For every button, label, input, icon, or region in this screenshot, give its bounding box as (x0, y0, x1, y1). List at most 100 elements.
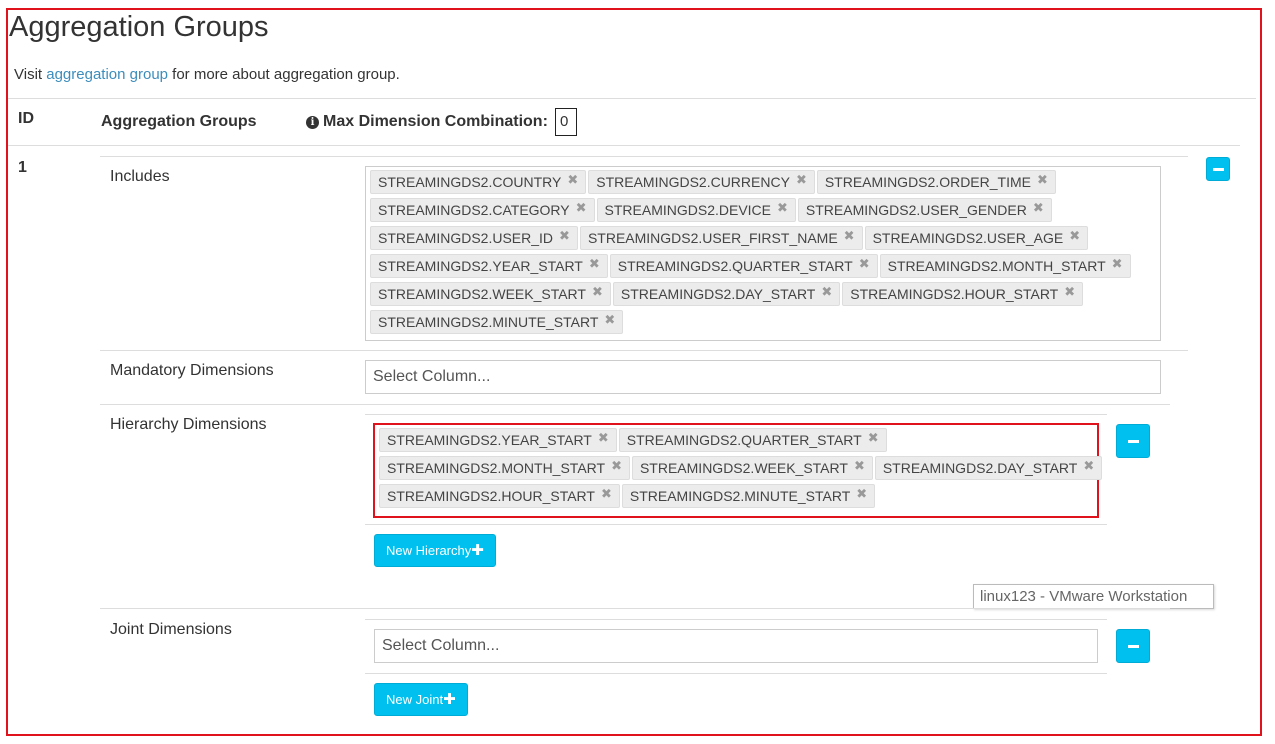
times-icon[interactable]: ✖ (1069, 227, 1080, 245)
tag-label: STREAMINGDS2.YEAR_START (387, 432, 592, 448)
divider (100, 350, 1188, 351)
group-id: 1 (18, 159, 27, 176)
max-combination-input[interactable]: 0 (555, 108, 577, 136)
visit-text: Visit aggregation group for more about a… (14, 66, 400, 83)
aggregation-group-link[interactable]: aggregation group (46, 66, 168, 83)
tag-label: STREAMINGDS2.MONTH_START (887, 258, 1106, 274)
column-header-id: ID (18, 110, 34, 127)
tag-row: STREAMINGDS2.YEAR_START ✖ STREAMINGDS2.QUA… (370, 254, 1156, 282)
minus-icon (1213, 168, 1224, 171)
mandatory-dimensions-input[interactable]: Select Column... (365, 360, 1161, 394)
minus-icon (1128, 440, 1139, 443)
selected-tag: STREAMINGDS2.YEAR_START ✖ (379, 428, 617, 452)
remove-group-button[interactable] (1206, 157, 1230, 181)
times-icon[interactable]: ✖ (1083, 457, 1094, 475)
tag-label: STREAMINGDS2.YEAR_START (378, 258, 583, 274)
tag-label: STREAMINGDS2.MONTH_START (387, 460, 606, 476)
times-icon[interactable]: ✖ (856, 485, 867, 503)
tag-label: STREAMINGDS2.CURRENCY (596, 174, 790, 190)
selected-tag: STREAMINGDS2.USER_ID ✖ (370, 226, 578, 250)
tag-label: STREAMINGDS2.HOUR_START (387, 488, 595, 504)
tag-row: STREAMINGDS2.USER_ID ✖ STREAMINGDS2.USER_F… (370, 226, 1156, 254)
tag-label: STREAMINGDS2.DEVICE (604, 202, 772, 218)
tag-label: STREAMINGDS2.USER_GENDER (805, 202, 1027, 218)
selected-tag: STREAMINGDS2.USER_GENDER ✖ (797, 198, 1052, 222)
selected-tag: STREAMINGDS2.HOUR_START ✖ (842, 282, 1084, 306)
times-icon[interactable]: ✖ (796, 171, 807, 189)
times-icon[interactable]: ✖ (854, 457, 865, 475)
times-icon[interactable]: ✖ (598, 429, 609, 447)
selected-tag: STREAMINGDS2.CURRENCY ✖ (588, 170, 815, 194)
times-icon[interactable]: ✖ (868, 429, 879, 447)
tag-row: STREAMINGDS2.COUNTRY ✖ STREAMINGDS2.CURREN… (370, 170, 1156, 198)
selected-tag: STREAMINGDS2.DAY_START ✖ (612, 282, 841, 306)
tag-label: STREAMINGDS2.USER_ID (378, 230, 554, 246)
times-icon[interactable]: ✖ (589, 255, 600, 273)
times-icon[interactable]: ✖ (1112, 255, 1123, 273)
times-icon[interactable]: ✖ (576, 199, 587, 217)
times-icon[interactable]: ✖ (1033, 199, 1044, 217)
selected-tag: STREAMINGDS2.DAY_START ✖ (874, 456, 1103, 480)
times-icon[interactable]: ✖ (859, 255, 870, 273)
new-hierarchy-button[interactable]: New Hierarchy✚ (374, 534, 496, 567)
tag-label: STREAMINGDS2.USER_FIRST_NAME (587, 230, 838, 246)
divider (365, 673, 1107, 674)
times-icon[interactable]: ✖ (592, 283, 603, 301)
includes-label: Includes (110, 168, 170, 185)
tag-label: STREAMINGDS2.QUARTER_START (626, 432, 862, 448)
selected-tag: STREAMINGDS2.WEEK_START ✖ (370, 282, 611, 306)
tag-row: STREAMINGDS2.YEAR_START ✖ STREAMINGDS2.QUA… (379, 428, 1093, 456)
selected-tag: STREAMINGDS2.HOUR_START ✖ (379, 484, 620, 508)
tag-label: STREAMINGDS2.CATEGORY (378, 202, 570, 218)
selected-tag: STREAMINGDS2.MONTH_START ✖ (379, 456, 630, 480)
tag-row: STREAMINGDS2.WEEK_START ✖ STREAMINGDS2.DAY… (370, 282, 1156, 310)
new-joint-button[interactable]: New Joint✚ (374, 683, 468, 716)
times-icon[interactable]: ✖ (1064, 283, 1075, 301)
selected-tag: STREAMINGDS2.QUARTER_START ✖ (609, 254, 878, 278)
divider (100, 156, 1188, 157)
selected-tag: STREAMINGDS2.WEEK_START ✖ (631, 456, 873, 480)
times-icon[interactable]: ✖ (567, 171, 578, 189)
tag-label: STREAMINGDS2.MINUTE_START (629, 488, 851, 504)
max-combination-header: i Max Dimension Combination: (306, 113, 548, 131)
tag-row: STREAMINGDS2.CATEGORY ✖ STREAMINGDS2.DEVIC… (370, 198, 1156, 226)
times-icon[interactable]: ✖ (559, 227, 570, 245)
divider (8, 145, 1240, 146)
tag-label: STREAMINGDS2.HOUR_START (850, 286, 1059, 302)
joint-dimensions-input[interactable]: Select Column... (374, 629, 1098, 663)
selected-tag: STREAMINGDS2.YEAR_START ✖ (370, 254, 608, 278)
divider (100, 608, 1170, 609)
max-combination-label: Max Dimension Combination: (323, 113, 548, 130)
window-tooltip: linux123 - VMware Workstation (973, 584, 1214, 609)
divider (8, 98, 1256, 99)
times-icon[interactable]: ✖ (821, 283, 832, 301)
times-icon[interactable]: ✖ (604, 311, 615, 329)
info-circle-icon[interactable]: i (306, 116, 319, 129)
selected-tag: STREAMINGDS2.MINUTE_START ✖ (621, 484, 876, 508)
remove-joint-button[interactable] (1116, 629, 1150, 663)
times-icon[interactable]: ✖ (611, 457, 622, 475)
tag-label: STREAMINGDS2.WEEK_START (378, 286, 586, 302)
tag-label: STREAMINGDS2.ORDER_TIME (824, 174, 1031, 190)
remove-hierarchy-button[interactable] (1116, 424, 1150, 458)
plus-icon: ✚ (443, 691, 456, 708)
new-hierarchy-label: New Hierarchy (386, 543, 472, 558)
divider (365, 524, 1107, 525)
tag-label: STREAMINGDS2.COUNTRY (378, 174, 562, 190)
times-icon[interactable]: ✖ (601, 485, 612, 503)
page-title: Aggregation Groups (9, 11, 269, 43)
times-icon[interactable]: ✖ (844, 227, 855, 245)
tag-label: STREAMINGDS2.USER_AGE (872, 230, 1064, 246)
tag-label: STREAMINGDS2.DAY_START (620, 286, 816, 302)
selected-tag: STREAMINGDS2.COUNTRY ✖ (370, 170, 587, 194)
includes-select[interactable]: STREAMINGDS2.COUNTRY ✖ STREAMINGDS2.CURREN… (365, 166, 1161, 341)
times-icon[interactable]: ✖ (1037, 171, 1048, 189)
times-icon[interactable]: ✖ (777, 199, 788, 217)
selected-tag: STREAMINGDS2.QUARTER_START ✖ (618, 428, 887, 452)
column-header-groups: Aggregation Groups (101, 113, 257, 130)
joint-label: Joint Dimensions (110, 621, 232, 638)
hierarchy-select[interactable]: STREAMINGDS2.YEAR_START ✖ STREAMINGDS2.QUA… (373, 423, 1103, 518)
visit-suffix: for more about aggregation group. (168, 66, 400, 83)
new-joint-label: New Joint (386, 692, 444, 707)
selected-tag: STREAMINGDS2.USER_FIRST_NAME ✖ (579, 226, 863, 250)
